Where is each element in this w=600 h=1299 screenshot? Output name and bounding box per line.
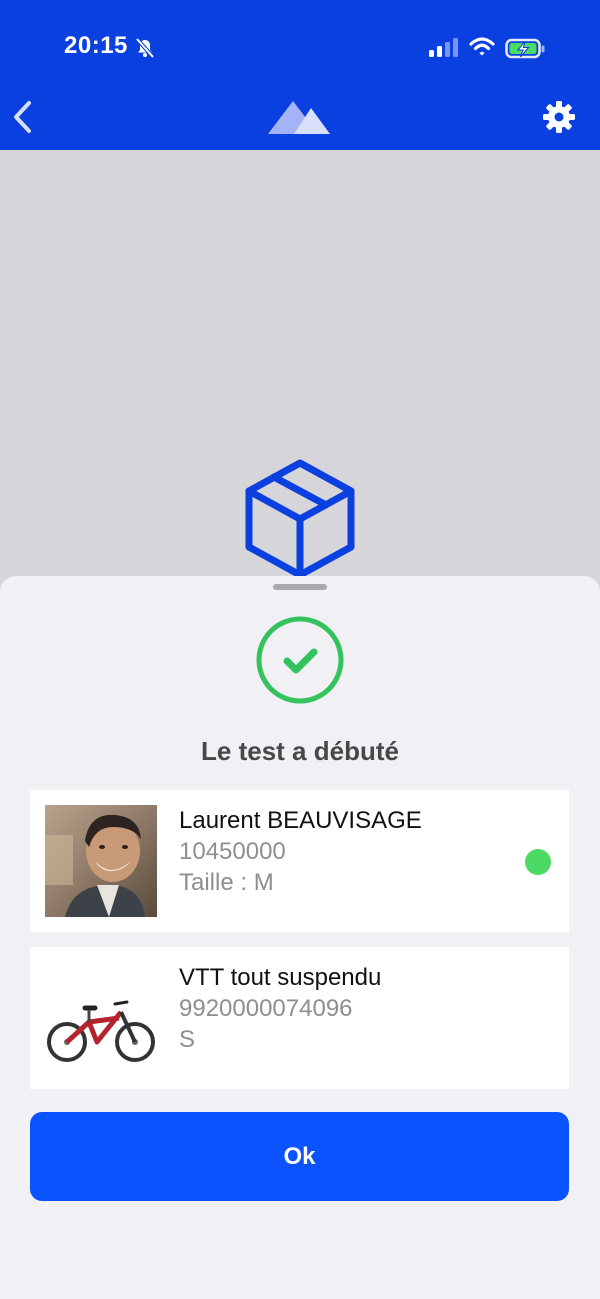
person-photo xyxy=(45,805,157,917)
box-icon xyxy=(245,459,355,579)
person-size: Taille : M xyxy=(179,869,274,896)
bike-photo xyxy=(45,962,157,1074)
checkmark-circle-icon xyxy=(256,616,344,704)
sheet-title: Le test a débuté xyxy=(201,736,399,766)
person-card: Laurent BEAUVISAGE 10450000 Taille : M xyxy=(30,790,569,932)
bottom-sheet: Le test a débuté Laurent BEAUVISAGE 1045… xyxy=(0,576,600,1299)
chevron-left-icon[interactable] xyxy=(10,99,36,135)
bike-card: VTT tout suspendu 9920000074096 S xyxy=(30,947,569,1089)
status-time: 20:15 xyxy=(64,32,128,59)
person-name: Laurent BEAUVISAGE xyxy=(179,807,422,834)
ok-button[interactable]: Ok xyxy=(30,1112,569,1201)
bike-name: VTT tout suspendu xyxy=(179,964,382,991)
battery-charging-icon xyxy=(505,38,545,59)
sheet-grabber[interactable] xyxy=(273,584,327,590)
person-id: 10450000 xyxy=(179,838,286,865)
app-header: 20:15 xyxy=(0,0,600,150)
status-dot xyxy=(525,849,551,875)
mountain-logo-icon xyxy=(268,101,330,134)
bell-slash-icon xyxy=(135,37,155,59)
bike-size: S xyxy=(179,1026,196,1053)
wifi-icon xyxy=(469,37,495,56)
gear-icon[interactable] xyxy=(542,100,576,134)
cellular-signal-icon xyxy=(429,38,458,57)
bike-code: 9920000074096 xyxy=(179,995,353,1022)
